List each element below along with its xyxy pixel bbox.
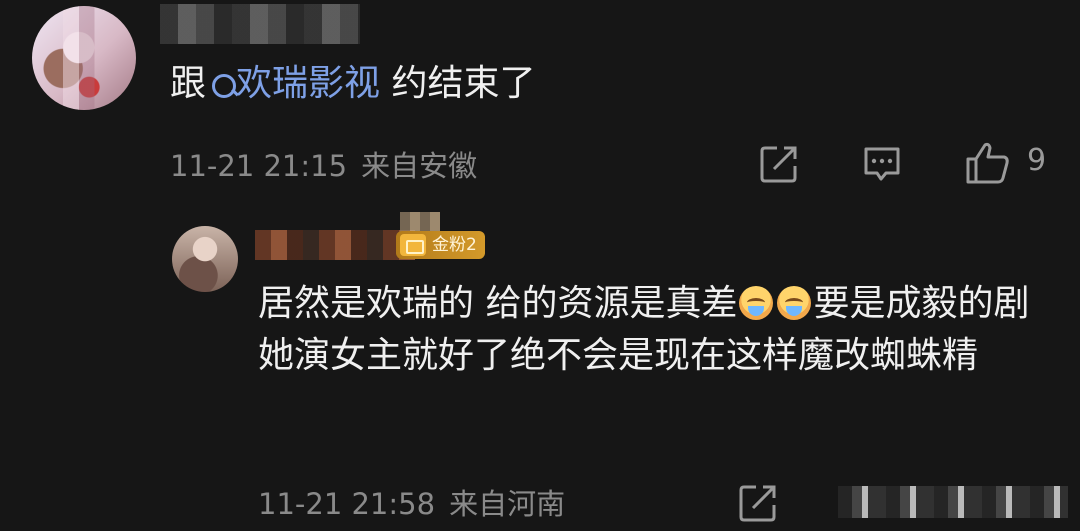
redacted-actions xyxy=(838,486,1068,518)
reply-meta: 11-21 21:58 来自河南 xyxy=(258,481,565,523)
reply-button[interactable] xyxy=(860,142,904,186)
fan-badge[interactable]: 金粉2 xyxy=(396,231,485,259)
commenter-avatar[interactable] xyxy=(32,6,136,110)
reply-text-part1: 居然是欢瑞的 给的资源是真差 xyxy=(258,283,738,324)
replier-name-redacted[interactable] xyxy=(255,230,415,260)
comment-text: 跟欢瑞影视 约结束了 xyxy=(170,62,535,106)
replier-avatar[interactable] xyxy=(172,226,238,292)
comment-icon xyxy=(864,147,900,181)
comment-prefix: 跟 xyxy=(170,63,207,104)
reply-text: 居然是欢瑞的 给的资源是真差 要是成毅的剧她演女主就好了绝不会是现在这样魔改蜘蛛精 xyxy=(258,278,1048,382)
share-icon xyxy=(739,485,776,522)
reply-share-button[interactable] xyxy=(736,481,780,525)
share-button[interactable] xyxy=(757,142,801,186)
fan-badge-icon xyxy=(400,234,426,256)
crying-face-emoji xyxy=(739,286,774,320)
comment-time: 11-21 21:15 xyxy=(170,149,348,183)
search-link-keyword[interactable]: 欢瑞影视 xyxy=(236,63,380,104)
like-count: 9 xyxy=(1027,143,1047,178)
comment-meta: 11-21 21:15 来自安徽 xyxy=(170,143,477,185)
fan-badge-label: 金粉2 xyxy=(432,235,477,255)
reply-location: 来自河南 xyxy=(449,487,566,521)
like-button[interactable] xyxy=(964,140,1009,184)
reply-time: 11-21 21:58 xyxy=(258,487,436,521)
comment-location: 来自安徽 xyxy=(361,149,478,183)
thumbs-up-icon xyxy=(966,142,1009,184)
search-icon xyxy=(208,67,240,103)
crying-face-emoji xyxy=(777,286,812,320)
commenter-name-redacted[interactable] xyxy=(160,4,360,44)
comment-suffix: 约结束了 xyxy=(380,63,536,104)
share-icon xyxy=(760,146,797,183)
